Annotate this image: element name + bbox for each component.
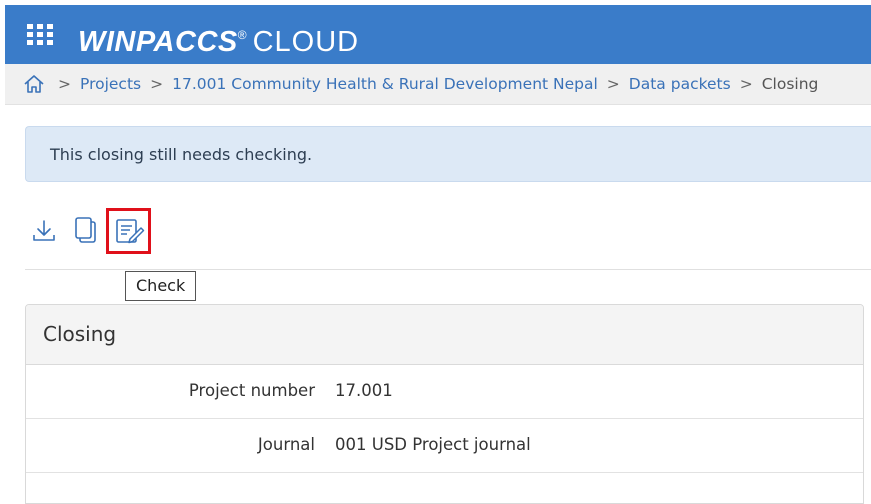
registered-mark: ® — [237, 28, 247, 42]
top-header-bar: WINPACCS® CLOUD — [5, 5, 871, 64]
home-icon[interactable] — [23, 74, 45, 94]
breadcrumb-data-packets[interactable]: Data packets — [629, 75, 731, 93]
alert-message: This closing still needs checking. — [50, 145, 313, 164]
panel-title: Closing — [26, 305, 863, 365]
breadcrumb-separator: > — [150, 75, 164, 93]
breadcrumb: > Projects >17.001 Community Health & Rura… — [5, 64, 871, 105]
breadcrumb-separator: > — [739, 75, 753, 93]
row-label: Project number — [188, 381, 315, 400]
detail-row: Journal 001 USD Project journal — [26, 419, 863, 473]
closing-panel: Closing Project number 17.001 Journal 00… — [25, 304, 864, 504]
toolbar-divider — [25, 269, 871, 270]
copy-icon[interactable] — [73, 216, 99, 246]
download-icon[interactable] — [31, 218, 57, 244]
logo-suffix: CLOUD — [252, 26, 360, 58]
row-value: 001 USD Project journal — [335, 435, 531, 454]
row-value: 17.001 — [335, 381, 393, 400]
breadcrumb-projects[interactable]: Projects — [80, 75, 141, 93]
breadcrumb-current-closing: Closing — [761, 75, 819, 93]
apps-grid-icon[interactable] — [27, 24, 53, 46]
app-logo[interactable]: WINPACCS® CLOUD — [78, 18, 359, 58]
logo-text: WINPACCS — [78, 26, 238, 58]
row-label: Journal — [257, 435, 315, 454]
info-alert: This closing still needs checking. — [25, 126, 871, 182]
breadcrumb-project[interactable]: 17.001 Community Health & Rural Developm… — [172, 75, 598, 93]
check-tooltip: Check — [125, 271, 197, 301]
highlight-check-button — [106, 208, 151, 254]
breadcrumb-separator: > — [58, 75, 71, 93]
detail-row: Project number 17.001 — [26, 365, 863, 419]
breadcrumb-separator: > — [606, 75, 620, 93]
